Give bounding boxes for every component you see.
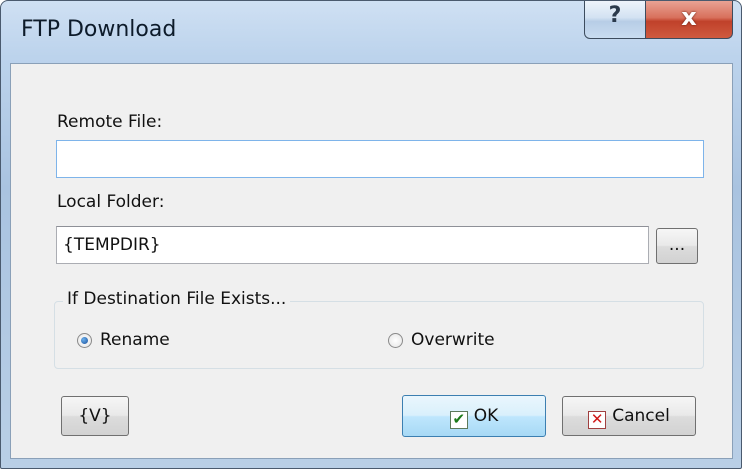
close-icon: x	[681, 3, 697, 31]
cancel-button[interactable]: ✕ Cancel	[562, 396, 696, 436]
help-button[interactable]: ?	[584, 1, 646, 39]
dialog-window: FTP Download ? x Remote File: Local Fold…	[0, 0, 742, 469]
rename-radio-label[interactable]: Rename	[100, 330, 170, 350]
cancel-button-label: Cancel	[612, 406, 670, 426]
checkmark-icon: ✔	[449, 411, 468, 429]
overwrite-radio[interactable]	[388, 333, 403, 348]
rename-radio[interactable]	[77, 333, 92, 348]
browse-folder-button[interactable]: ...	[656, 228, 698, 264]
ok-button-label: OK	[473, 406, 499, 426]
x-mark-icon: ✕	[588, 411, 607, 429]
ok-button[interactable]: ✔ OK	[402, 395, 546, 437]
window-title: FTP Download	[21, 17, 177, 42]
remote-file-label: Remote File:	[57, 112, 163, 132]
variables-button-label: {V}	[78, 406, 112, 426]
title-bar[interactable]: FTP Download ? x	[1, 1, 741, 63]
overwrite-radio-label[interactable]: Overwrite	[411, 330, 495, 350]
ellipsis-label: ...	[668, 235, 686, 255]
close-button[interactable]: x	[645, 1, 733, 39]
local-folder-input[interactable]: {TEMPDIR}	[56, 226, 649, 264]
remote-file-input[interactable]	[56, 140, 704, 178]
local-folder-label: Local Folder:	[57, 192, 165, 212]
destination-exists-legend: If Destination File Exists...	[63, 289, 291, 309]
radio-selected-dot	[81, 337, 88, 344]
variables-button[interactable]: {V}	[61, 396, 129, 436]
help-icon: ?	[608, 3, 622, 28]
